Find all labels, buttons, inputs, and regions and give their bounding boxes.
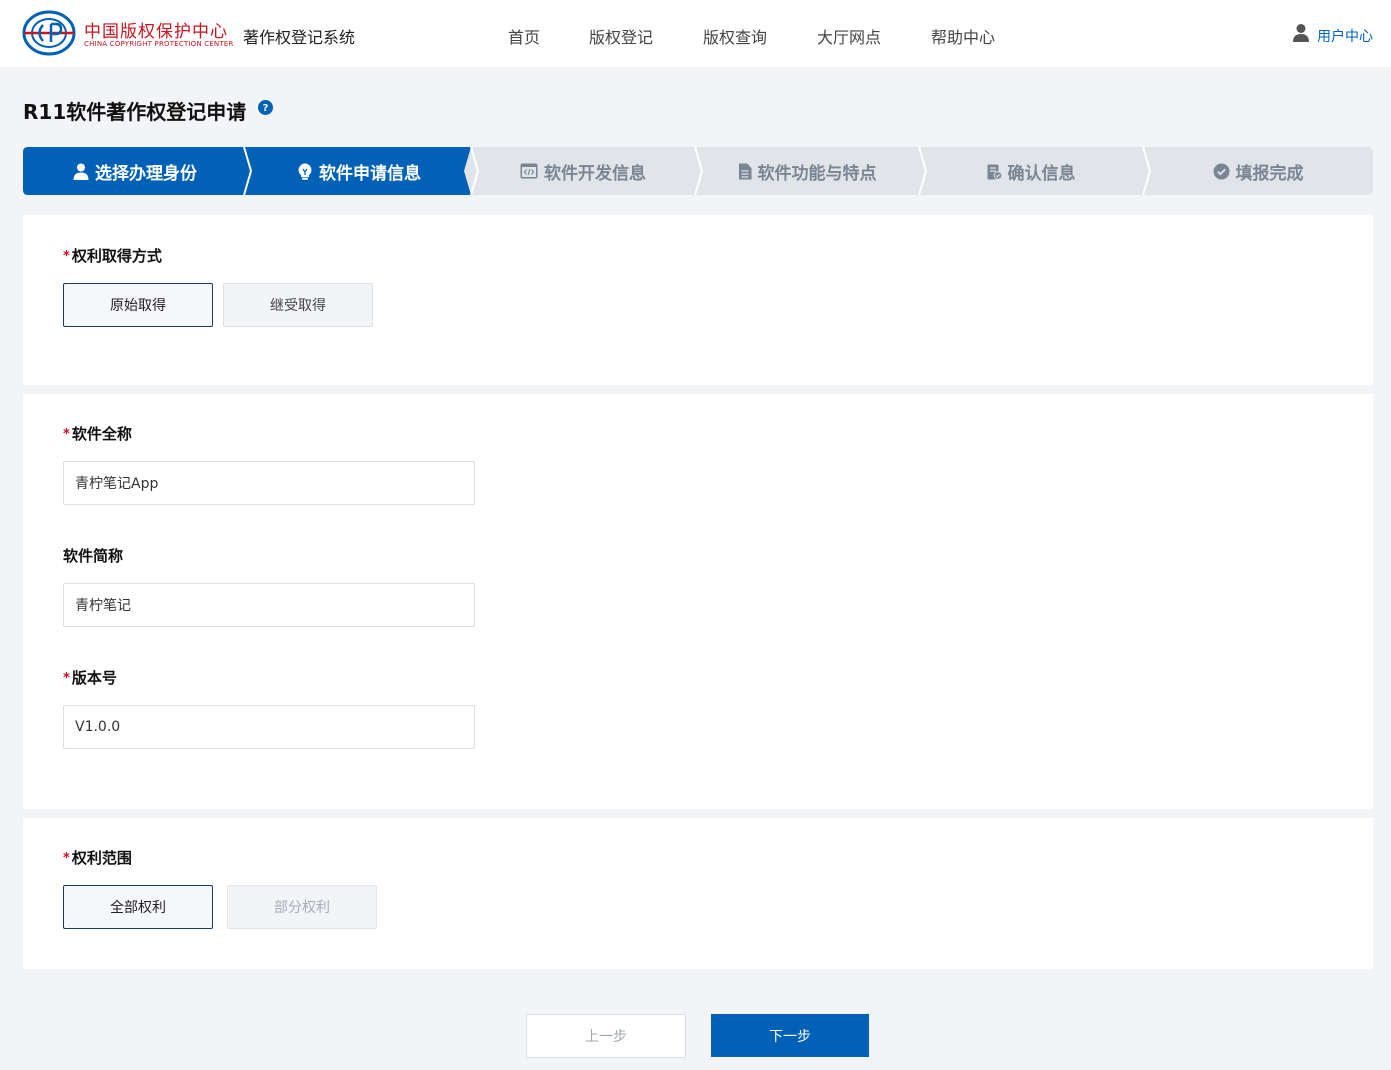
short-name-label: 软件简称 (63, 547, 124, 565)
nav-copyright-query[interactable]: 版权查询 (703, 24, 767, 48)
acquisition-label: * 权利取得方式 (63, 245, 162, 266)
step-software-application-info[interactable]: 软件申请信息 (247, 147, 471, 195)
rights-scope-label: * 权利范围 (63, 847, 132, 868)
nav-help-center[interactable]: 帮助中心 (931, 24, 995, 48)
help-icon[interactable]: ? (258, 100, 273, 115)
step-label: 软件申请信息 (319, 163, 421, 184)
step-software-features[interactable]: 软件功能与特点 (695, 147, 919, 195)
cpc-logo-icon[interactable] (22, 10, 76, 56)
step-complete[interactable]: 填报完成 (1143, 147, 1373, 195)
required-mark: * (63, 851, 70, 866)
rights-scope-card: * 权利范围 全部权利 部分权利 (23, 818, 1373, 969)
step-label: 软件功能与特点 (757, 163, 877, 184)
acquisition-label-text: 权利取得方式 (71, 247, 162, 265)
document-icon (738, 163, 751, 179)
version-label: * 版本号 (63, 667, 117, 688)
required-mark: * (63, 249, 70, 264)
option-partial-rights[interactable]: 部分权利 (227, 885, 377, 929)
rights-scope-label-text: 权利范围 (71, 849, 132, 867)
nav-service-halls[interactable]: 大厅网点 (817, 24, 881, 48)
required-mark: * (63, 427, 70, 442)
option-inherited-acquisition[interactable]: 继受取得 (223, 283, 373, 327)
version-input[interactable] (63, 705, 475, 749)
step-label: 填报完成 (1235, 163, 1304, 184)
nav-copyright-registration[interactable]: 版权登记 (589, 24, 653, 48)
software-info-card: *软件全称 软件简称 *版本号 (23, 394, 1373, 809)
version-label-text: 版本号 (71, 669, 117, 687)
code-window-icon (520, 163, 538, 179)
lightbulb-icon (298, 163, 312, 180)
svg-text:?: ? (263, 103, 269, 114)
system-name: 著作权登记系统 (243, 28, 356, 47)
option-original-acquisition[interactable]: 原始取得 (63, 283, 213, 327)
step-software-development-info[interactable]: 软件开发信息 (471, 147, 695, 195)
top-bar: 中国版权保护中心 CHINA COPYRIGHT PROTECTION CENT… (0, 0, 1391, 67)
acquisition-card: * 权利取得方式 原始取得 继受取得 (23, 215, 1373, 385)
short-name-input[interactable] (63, 583, 475, 627)
user-icon[interactable] (1292, 23, 1310, 43)
page-title: R11软件著作权登记申请 (23, 100, 247, 124)
step-label: 选择办理身份 (95, 163, 197, 184)
nav-home[interactable]: 首页 (508, 24, 540, 48)
step-select-identity[interactable]: 选择办理身份 (23, 147, 247, 195)
option-all-rights[interactable]: 全部权利 (63, 885, 213, 929)
logo-chinese-text: 中国版权保护中心 (84, 22, 228, 42)
user-icon (73, 163, 89, 180)
full-name-label: * 软件全称 (63, 423, 132, 444)
progress-steps: 选择办理身份 软件申请信息 软件开发信息 软件功能与特点 确认信息 填报完成 (23, 147, 1373, 195)
check-circle-icon (1213, 163, 1229, 179)
step-label: 确认信息 (1007, 163, 1076, 184)
full-name-input[interactable] (63, 461, 475, 505)
step-label: 软件开发信息 (544, 163, 646, 184)
clipboard-check-icon (987, 164, 1002, 180)
required-mark: * (63, 671, 70, 686)
full-name-label-text: 软件全称 (71, 425, 132, 443)
next-step-button[interactable]: 下一步 (711, 1014, 869, 1057)
previous-step-button[interactable]: 上一步 (526, 1014, 686, 1058)
logo-english-text: CHINA COPYRIGHT PROTECTION CENTER (84, 40, 234, 48)
step-confirm-info[interactable]: 确认信息 (919, 147, 1143, 195)
user-center-link[interactable]: 用户中心 (1317, 26, 1373, 46)
